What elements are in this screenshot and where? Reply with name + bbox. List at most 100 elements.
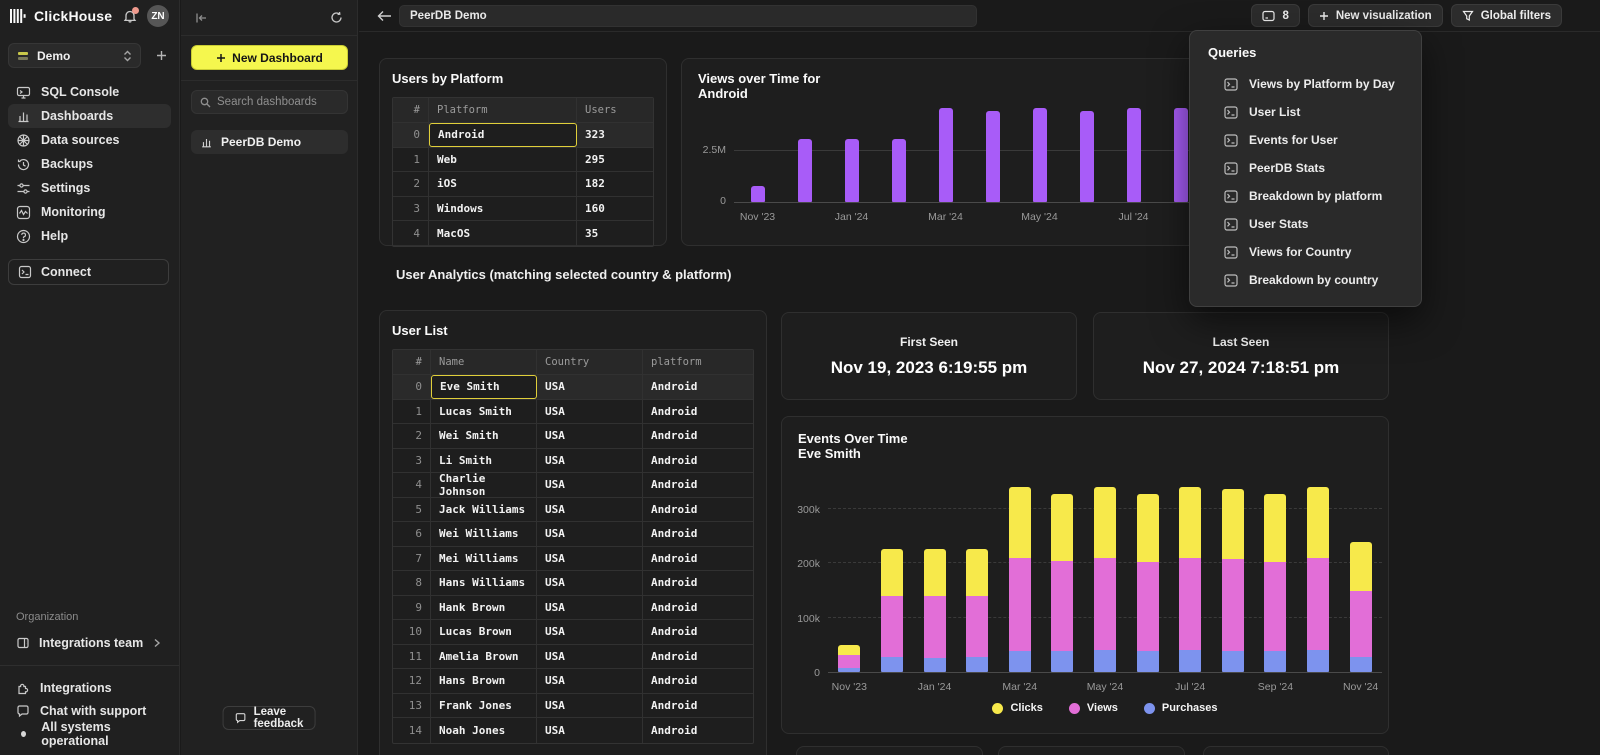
table-cell[interactable]: USA bbox=[537, 424, 643, 448]
table-cell[interactable]: Android bbox=[643, 400, 753, 424]
bar[interactable] bbox=[939, 108, 953, 202]
table-cell[interactable]: Android bbox=[643, 694, 753, 718]
table-cell[interactable]: 3 bbox=[393, 449, 431, 473]
table-row[interactable]: 14Noah JonesUSAAndroid bbox=[393, 718, 753, 743]
sidebar-item-sql-console[interactable]: SQL Console bbox=[8, 80, 171, 104]
organization-team-button[interactable]: Integrations team bbox=[8, 631, 169, 655]
table-cell[interactable]: USA bbox=[537, 669, 643, 693]
table-row[interactable]: 13Frank JonesUSAAndroid bbox=[393, 694, 753, 719]
table-row[interactable]: 11Amelia BrownUSAAndroid bbox=[393, 645, 753, 670]
table-cell[interactable]: 12 bbox=[393, 669, 431, 693]
bar[interactable] bbox=[892, 139, 906, 202]
table-cell[interactable]: Android bbox=[643, 424, 753, 448]
bar[interactable] bbox=[966, 549, 988, 672]
table-row[interactable]: 0Eve SmithUSAAndroid bbox=[393, 375, 753, 400]
system-status-link[interactable]: All systems operational bbox=[0, 722, 179, 745]
service-selector[interactable]: Demo bbox=[8, 43, 141, 68]
table-cell[interactable]: USA bbox=[537, 400, 643, 424]
table-cell[interactable]: Frank Jones bbox=[431, 694, 537, 718]
table-cell[interactable]: 3 bbox=[393, 197, 429, 221]
query-item[interactable]: Events for User bbox=[1190, 126, 1421, 154]
table-cell[interactable]: Android bbox=[643, 522, 753, 546]
table-cell[interactable]: USA bbox=[537, 645, 643, 669]
table-row[interactable]: 12Hans BrownUSAAndroid bbox=[393, 669, 753, 694]
table-row[interactable]: 5Jack WilliamsUSAAndroid bbox=[393, 498, 753, 523]
dashboard-title-input[interactable] bbox=[399, 5, 977, 27]
table-cell[interactable]: 14 bbox=[393, 718, 431, 743]
table-row[interactable]: 6Wei WilliamsUSAAndroid bbox=[393, 522, 753, 547]
table-cell[interactable]: Lucas Smith bbox=[431, 400, 537, 424]
bar[interactable] bbox=[1080, 111, 1094, 203]
bar[interactable] bbox=[1094, 487, 1116, 672]
table-cell[interactable]: Wei Williams bbox=[431, 522, 537, 546]
table-cell[interactable]: 2 bbox=[393, 424, 431, 448]
table-row[interactable]: 10Lucas BrownUSAAndroid bbox=[393, 620, 753, 645]
table-cell[interactable]: 160 bbox=[577, 197, 653, 221]
table-cell[interactable]: 9 bbox=[393, 596, 431, 620]
table-cell[interactable]: 2 bbox=[393, 172, 429, 196]
table-row[interactable]: 3Windows160 bbox=[393, 197, 653, 222]
refresh-icon[interactable] bbox=[330, 11, 343, 24]
table-cell[interactable]: Charlie Johnson bbox=[431, 473, 537, 497]
table-cell[interactable]: 8 bbox=[393, 571, 431, 595]
collapse-sidebar-icon[interactable] bbox=[195, 12, 208, 24]
integrations-link[interactable]: Integrations bbox=[0, 676, 179, 699]
bar[interactable] bbox=[924, 549, 946, 672]
table-cell[interactable]: Web bbox=[429, 148, 577, 172]
table-cell[interactable]: Android bbox=[643, 620, 753, 644]
sidebar-item-help[interactable]: Help bbox=[8, 224, 171, 248]
table-row[interactable]: 2Wei SmithUSAAndroid bbox=[393, 424, 753, 449]
add-service-button[interactable] bbox=[152, 46, 171, 65]
table-cell[interactable]: Li Smith bbox=[431, 449, 537, 473]
table-cell[interactable]: Hank Brown bbox=[431, 596, 537, 620]
bar[interactable] bbox=[1127, 108, 1141, 202]
query-item[interactable]: Breakdown by platform bbox=[1190, 182, 1421, 210]
table-cell[interactable]: Eve Smith bbox=[431, 375, 537, 399]
user-avatar[interactable]: ZN bbox=[147, 5, 169, 27]
query-item[interactable]: User List bbox=[1190, 98, 1421, 126]
query-item[interactable]: Breakdown by country bbox=[1190, 266, 1421, 294]
table-row[interactable]: 9Hank BrownUSAAndroid bbox=[393, 596, 753, 621]
bar[interactable] bbox=[1179, 487, 1201, 672]
sidebar-item-settings[interactable]: Settings bbox=[8, 176, 171, 200]
table-cell[interactable]: Noah Jones bbox=[431, 718, 537, 743]
table-cell[interactable]: 295 bbox=[577, 148, 653, 172]
connect-button[interactable]: Connect bbox=[8, 259, 169, 285]
visualization-count-button[interactable]: 8 bbox=[1251, 4, 1299, 27]
query-item[interactable]: User Stats bbox=[1190, 210, 1421, 238]
table-row[interactable]: 8Hans WilliamsUSAAndroid bbox=[393, 571, 753, 596]
table-cell[interactable]: Android bbox=[643, 473, 753, 497]
table-cell[interactable]: 5 bbox=[393, 498, 431, 522]
table-row[interactable]: 1Web295 bbox=[393, 148, 653, 173]
bar[interactable] bbox=[845, 139, 859, 202]
new-visualization-button[interactable]: New visualization bbox=[1308, 4, 1443, 27]
table-row[interactable]: 4MacOS35 bbox=[393, 221, 653, 246]
table-cell[interactable]: USA bbox=[537, 718, 643, 743]
global-filters-button[interactable]: Global filters bbox=[1451, 4, 1562, 27]
table-cell[interactable]: USA bbox=[537, 571, 643, 595]
sidebar-item-monitoring[interactable]: Monitoring bbox=[8, 200, 171, 224]
bar[interactable] bbox=[1350, 542, 1372, 672]
bar[interactable] bbox=[1009, 487, 1031, 672]
table-cell[interactable]: Android bbox=[643, 449, 753, 473]
query-item[interactable]: PeerDB Stats bbox=[1190, 154, 1421, 182]
table-cell[interactable]: Android bbox=[429, 123, 577, 147]
back-arrow-icon[interactable] bbox=[377, 10, 399, 22]
table-cell[interactable]: USA bbox=[537, 547, 643, 571]
table-cell[interactable]: Android bbox=[643, 547, 753, 571]
table-row[interactable]: 0Android323 bbox=[393, 123, 653, 148]
sidebar-item-dashboards[interactable]: Dashboards bbox=[8, 104, 171, 128]
table-cell[interactable]: 6 bbox=[393, 522, 431, 546]
table-cell[interactable]: 0 bbox=[393, 375, 431, 399]
bar[interactable] bbox=[1174, 108, 1188, 202]
table-cell[interactable]: Windows bbox=[429, 197, 577, 221]
table-cell[interactable]: Android bbox=[643, 498, 753, 522]
bar[interactable] bbox=[1051, 494, 1073, 672]
table-cell[interactable]: Jack Williams bbox=[431, 498, 537, 522]
table-cell[interactable]: 4 bbox=[393, 473, 431, 497]
table-cell[interactable]: USA bbox=[537, 620, 643, 644]
table-cell[interactable]: Lucas Brown bbox=[431, 620, 537, 644]
table-cell[interactable]: Android bbox=[643, 571, 753, 595]
table-cell[interactable]: Mei Williams bbox=[431, 547, 537, 571]
table-cell[interactable]: 182 bbox=[577, 172, 653, 196]
